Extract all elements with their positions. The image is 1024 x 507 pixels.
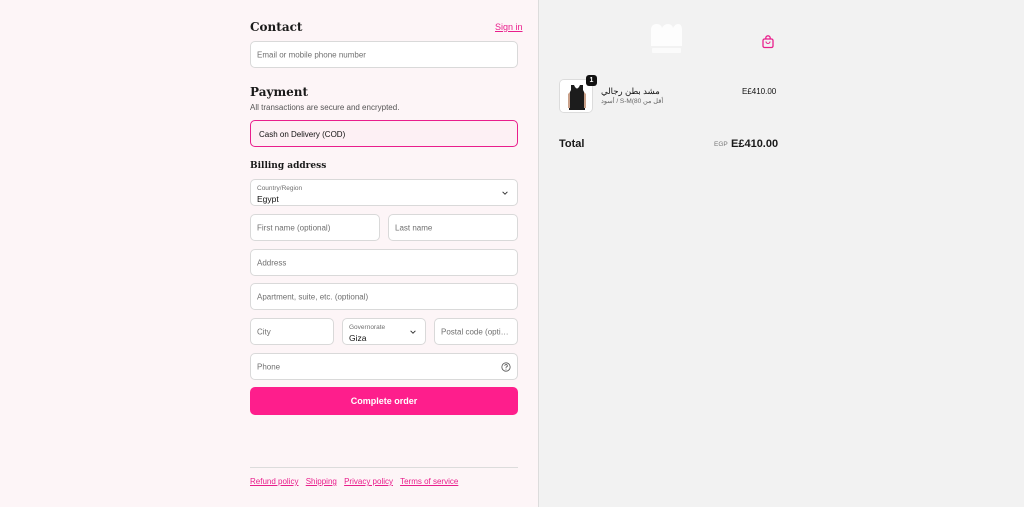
apartment-field[interactable]: Apartment, suite, etc. (optional): [250, 283, 518, 310]
footer-links: Refund policy Shipping Privacy policy Te…: [250, 477, 463, 486]
privacy-policy-link[interactable]: Privacy policy: [344, 477, 393, 486]
last-name-placeholder: Last name: [395, 223, 433, 232]
product-price: E£410.00: [742, 87, 777, 96]
apartment-placeholder: Apartment, suite, etc. (optional): [257, 292, 369, 301]
phone-field[interactable]: Phone: [250, 353, 518, 380]
total-value: E£410.00: [731, 138, 779, 150]
refund-policy-link[interactable]: Refund policy: [250, 477, 298, 486]
address-field[interactable]: Address: [250, 249, 518, 276]
footer-divider: [250, 467, 518, 468]
city-placeholder: City: [257, 327, 271, 336]
country-value: Egypt: [257, 194, 279, 204]
billing-title: Billing address: [250, 161, 327, 171]
address-placeholder: Address: [257, 258, 287, 267]
governorate-label: Governorate: [349, 324, 386, 331]
chevron-down-icon: [502, 190, 508, 195]
payment-method-label: Cash on Delivery (COD): [259, 130, 346, 139]
last-name-field[interactable]: Last name: [388, 214, 518, 241]
payment-title: Payment: [250, 85, 309, 99]
shopping-bag-icon[interactable]: [761, 35, 775, 49]
email-field[interactable]: Email or mobile phone number: [250, 41, 518, 68]
postal-code-field[interactable]: Postal code (option…: [434, 318, 518, 345]
payment-subtitle: All transactions are secure and encrypte…: [250, 103, 400, 112]
total-label: Total: [559, 138, 585, 150]
country-label: Country/Region: [257, 185, 303, 192]
governorate-select[interactable]: Governorate Giza: [342, 318, 426, 345]
brand-logo[interactable]: [648, 22, 684, 56]
first-name-placeholder: First name (optional): [257, 223, 331, 232]
complete-order-button[interactable]: Complete order: [250, 387, 518, 415]
terms-of-service-link[interactable]: Terms of service: [400, 477, 458, 486]
total-currency: EGP: [714, 141, 728, 148]
governorate-value: Giza: [349, 333, 367, 343]
order-summary-panel: [538, 0, 1024, 507]
quantity-badge: 1: [586, 75, 597, 86]
first-name-field[interactable]: First name (optional): [250, 214, 380, 241]
payment-method-cod[interactable]: Cash on Delivery (COD): [250, 120, 518, 147]
phone-placeholder: Phone: [257, 362, 281, 371]
product-variant: أسود / S-M(أقل من 80: [601, 98, 664, 105]
city-field[interactable]: City: [250, 318, 334, 345]
sign-in-link[interactable]: Sign in: [495, 22, 523, 32]
help-circle-icon[interactable]: [501, 362, 511, 372]
country-select[interactable]: Country/Region Egypt: [250, 179, 518, 206]
postal-code-placeholder: Postal code (option…: [441, 327, 513, 336]
contact-title: Contact: [250, 20, 303, 34]
chevron-down-icon: [410, 329, 416, 334]
shipping-link[interactable]: Shipping: [306, 477, 337, 486]
email-placeholder: Email or mobile phone number: [257, 50, 366, 59]
product-name: مشد بطن رجالي: [601, 86, 660, 96]
